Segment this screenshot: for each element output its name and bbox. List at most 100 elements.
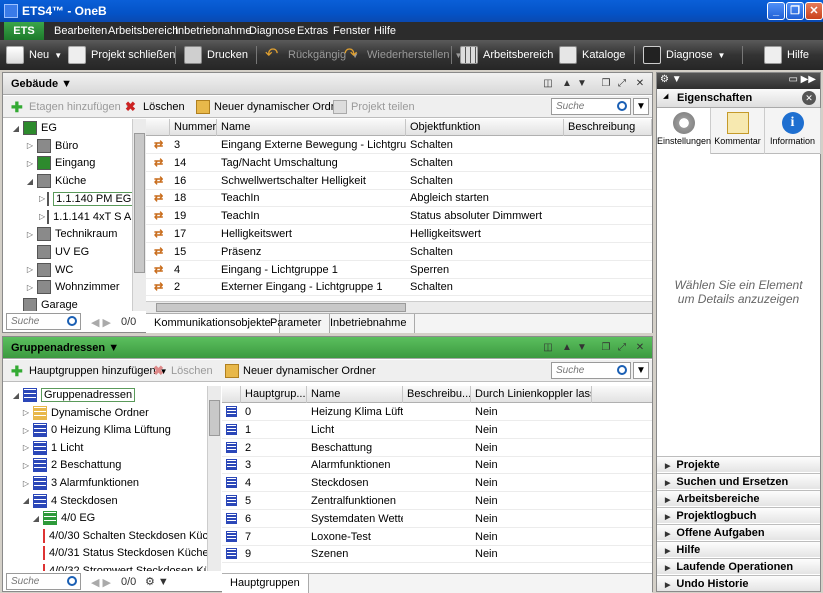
- group-tree-scrollbar[interactable]: [207, 386, 221, 571]
- gear-icon[interactable]: ⚙ ▼: [145, 575, 169, 588]
- building-neuer-ordner-button[interactable]: Neuer dynamischer Ordner: [196, 96, 347, 118]
- building-tree-item[interactable]: ▷ 1.1.140 PM EG Kü...: [3, 190, 143, 208]
- filter-icon[interactable]: ▼: [633, 362, 649, 379]
- col-nummer[interactable]: Nummer: [170, 119, 217, 136]
- building-panel-title[interactable]: Gebäude ▼: [11, 78, 72, 90]
- col-linienkoppler[interactable]: Durch Linienkoppler lass...: [471, 386, 592, 403]
- group-tree-item[interactable]: 4/0/31 Status Steckdosen Küchenarbe...: [3, 544, 221, 562]
- prev-page-icon[interactable]: ◀ ▶: [91, 576, 111, 589]
- close-button[interactable]: ✕: [805, 2, 823, 20]
- col-hauptgruppe[interactable]: Hauptgrup...: [241, 386, 307, 403]
- group-tree-item[interactable]: ◢ 4 Steckdosen: [3, 492, 221, 510]
- neu-button[interactable]: Neu ▼: [6, 40, 62, 70]
- building-table-search-input[interactable]: Suche: [551, 98, 631, 115]
- accordion-item[interactable]: ▶ Arbeitsbereiche: [657, 490, 820, 506]
- menu-fenster[interactable]: Fenster: [333, 25, 370, 37]
- building-tree-item[interactable]: ▷ 1.1.141 4xT S Arb...: [3, 208, 143, 226]
- prev-page-icon[interactable]: ◀ ▶: [91, 316, 111, 329]
- table-row[interactable]: 2 Beschattung Nein: [222, 439, 652, 457]
- group-tree-item[interactable]: ▷ 0 Heizung Klima Lüftung: [3, 421, 221, 439]
- col-beschreibung[interactable]: Beschreibung: [564, 119, 652, 136]
- move-up-icon[interactable]: ▲: [560, 77, 574, 91]
- table-row[interactable]: ⇄ 4 Eingang - Lichtgruppe 1 Sperren: [146, 261, 652, 279]
- menu-inbetriebnahme[interactable]: Inbetriebnahme: [175, 25, 251, 37]
- building-table-hscrollbar[interactable]: [146, 301, 652, 313]
- drucken-button[interactable]: Drucken: [184, 40, 248, 70]
- building-tree-item[interactable]: ▷ Eingang: [3, 154, 143, 172]
- table-row[interactable]: 6 Systemdaten Wetter Zei Nein: [222, 510, 652, 528]
- projekt-schliessen-button[interactable]: Projekt schließen: [68, 40, 175, 70]
- tab-kommunikationsobjekte[interactable]: Kommunikationsobjekte: [146, 314, 280, 333]
- group-tree-item[interactable]: ◢ Gruppenadressen: [3, 386, 221, 404]
- maximize-icon[interactable]: ⤢: [615, 77, 629, 91]
- table-row[interactable]: ⇄ 3 Eingang Externe Bewegung - Lichtgruppe…: [146, 136, 652, 154]
- close-properties-icon[interactable]: ✕: [802, 91, 816, 105]
- expand-arrow-icon[interactable]: ◢: [25, 177, 35, 186]
- menu-extras[interactable]: Extras: [297, 25, 328, 37]
- tab-einstellungen[interactable]: Einstellungen: [657, 108, 711, 154]
- group-tree-search-input[interactable]: Suche: [6, 573, 81, 590]
- expand-arrow-icon[interactable]: ▷: [39, 212, 45, 221]
- close-panel-icon[interactable]: ✕: [633, 341, 647, 355]
- table-row[interactable]: ⇄ 17 Helligkeitswert Helligkeitswert: [146, 225, 652, 243]
- collapse-panel-icon[interactable]: ▶▶: [801, 74, 816, 85]
- dock-icon[interactable]: ▭: [789, 74, 798, 85]
- accordion-item[interactable]: ▶ Projektlogbuch: [657, 507, 820, 523]
- building-tree-search-input[interactable]: Suche: [6, 313, 81, 330]
- accordion-item[interactable]: ▶ Offene Aufgaben: [657, 524, 820, 540]
- col-name[interactable]: Name: [307, 386, 403, 403]
- expand-arrow-icon[interactable]: ▷: [21, 426, 31, 435]
- expand-arrow-icon[interactable]: ◢: [31, 514, 41, 523]
- group-tree-item[interactable]: ▷ 3 Alarmfunktionen: [3, 474, 221, 492]
- dock-icon[interactable]: ◫: [541, 77, 555, 91]
- building-tree-item[interactable]: UV EG: [3, 243, 143, 261]
- etagen-hinzufuegen-button[interactable]: ✚ Etagen hinzufügen ▼: [11, 96, 133, 118]
- collapse-arrow-icon[interactable]: ◢: [663, 92, 668, 100]
- table-row[interactable]: 4 Steckdosen Nein: [222, 474, 652, 493]
- accordion-item[interactable]: ▶ Undo Historie: [657, 575, 820, 591]
- group-tree-item[interactable]: 4/0/30 Schalten Steckdosen Küchenar...: [3, 527, 221, 545]
- gear-icon[interactable]: ⚙ ▼: [660, 74, 682, 85]
- accordion-item[interactable]: ▶ Hilfe: [657, 541, 820, 557]
- menu-hilfe[interactable]: Hilfe: [374, 25, 396, 37]
- expand-arrow-icon[interactable]: ▷: [25, 230, 35, 239]
- col-beschreibung[interactable]: Beschreibu...: [403, 386, 471, 403]
- group-panel-title[interactable]: Gruppenadressen ▼: [11, 342, 119, 354]
- group-tree-item[interactable]: ▷ Dynamische Ordner: [3, 404, 221, 422]
- tab-parameter[interactable]: Parameter: [262, 314, 331, 333]
- building-tree-item[interactable]: ◢ EG: [3, 119, 143, 137]
- table-row[interactable]: ⇄ 16 Schwellwertschalter Helligkeit Schalte…: [146, 172, 652, 190]
- table-row[interactable]: ⇄ 15 Präsenz Schalten: [146, 243, 652, 261]
- ets-menu-button[interactable]: ETS: [4, 22, 44, 40]
- close-panel-icon[interactable]: ✕: [633, 77, 647, 91]
- table-row[interactable]: 5 Zentralfunktionen Nein: [222, 492, 652, 510]
- group-tree-item[interactable]: ▷ 2 Beschattung: [3, 456, 221, 474]
- menu-bearbeiten[interactable]: Bearbeiten: [54, 25, 107, 37]
- tab-hauptgruppen[interactable]: Hauptgruppen: [222, 574, 309, 593]
- arbeitsbereich-button[interactable]: Arbeitsbereich▼: [460, 40, 566, 70]
- minimize-button[interactable]: _: [767, 2, 785, 20]
- building-tree-item[interactable]: Garage: [3, 296, 143, 311]
- table-row[interactable]: 3 Alarmfunktionen Nein: [222, 456, 652, 475]
- expand-arrow-icon[interactable]: ▷: [25, 159, 35, 168]
- kataloge-button[interactable]: Kataloge: [559, 40, 625, 70]
- building-tree-item[interactable]: ▷ Technikraum: [3, 225, 143, 243]
- building-tree-item[interactable]: ◢ Küche: [3, 172, 143, 190]
- expand-arrow-icon[interactable]: ▷: [21, 443, 31, 452]
- expand-arrow-icon[interactable]: ◢: [11, 124, 21, 133]
- accordion-item[interactable]: ▶ Projekte: [657, 456, 820, 472]
- col-name[interactable]: Name: [217, 119, 406, 136]
- move-down-icon[interactable]: ▼: [575, 341, 589, 355]
- hilfe-button[interactable]: Hilfe: [764, 40, 809, 70]
- group-tree-item[interactable]: ◢ 4/0 EG: [3, 509, 221, 527]
- menu-arbeitsbereich[interactable]: Arbeitsbereich: [108, 25, 178, 37]
- group-tree-item[interactable]: ▷ 1 Licht: [3, 439, 221, 457]
- expand-arrow-icon[interactable]: ▷: [25, 141, 35, 150]
- table-row[interactable]: ⇄ 14 Tag/Nacht Umschaltung Schalten: [146, 154, 652, 172]
- diagnose-button[interactable]: Diagnose ▼: [643, 40, 725, 70]
- building-tree-scrollbar[interactable]: [132, 119, 146, 311]
- restore-button[interactable]: ❐: [786, 2, 804, 20]
- building-tree-item[interactable]: ▷ WC: [3, 261, 143, 279]
- tab-kommentar[interactable]: Kommentar: [711, 108, 765, 154]
- table-row[interactable]: ⇄ 2 Externer Eingang - Lichtgruppe 1 Schalt…: [146, 278, 652, 297]
